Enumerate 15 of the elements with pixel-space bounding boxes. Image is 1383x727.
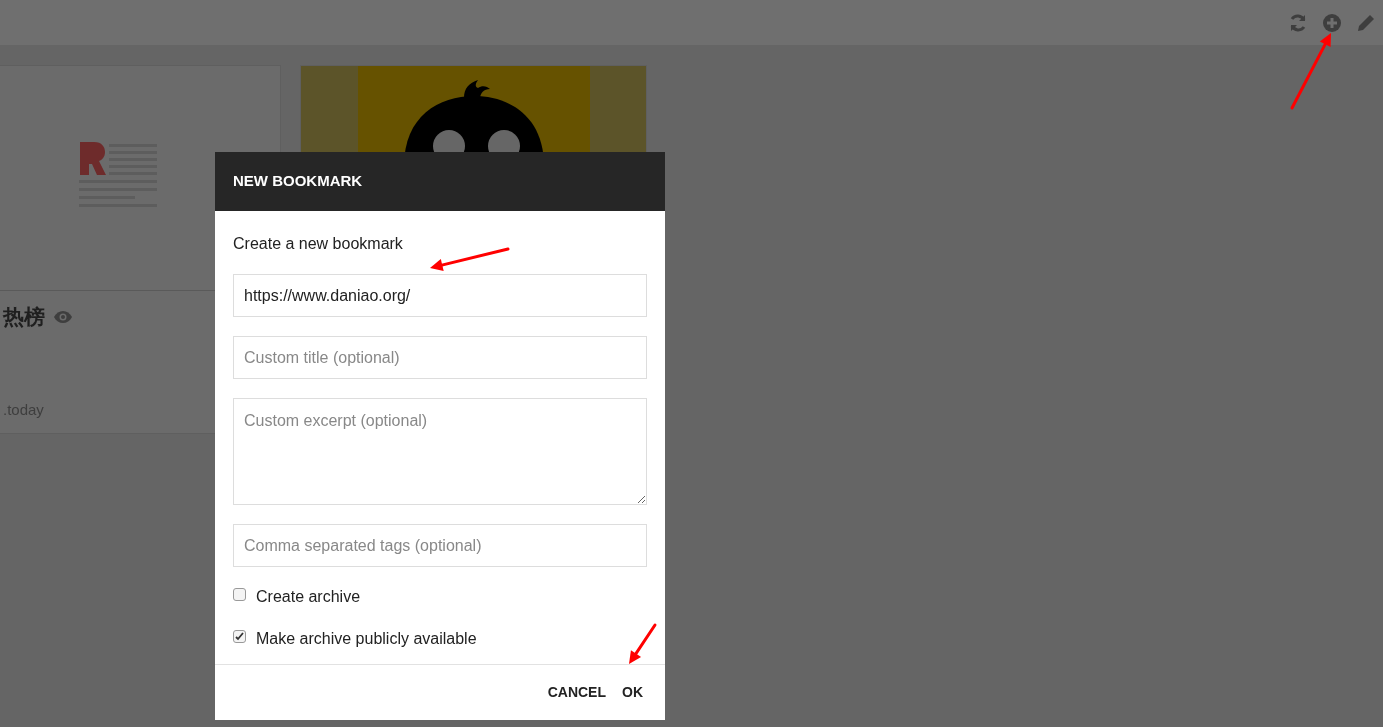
pointer-arrow [629, 623, 657, 664]
cancel-button[interactable]: CANCEL [543, 678, 610, 707]
input-field[interactable]: Comma separated tags (optional) [233, 524, 647, 567]
input-field[interactable]: https://www.daniao.org/ [233, 274, 647, 317]
ok-button[interactable]: OK [618, 678, 647, 707]
excerpt-field[interactable]: Custom excerpt (optional) [233, 398, 647, 505]
checkbox[interactable] [233, 629, 246, 643]
add-icon[interactable] [1322, 12, 1342, 33]
input-field[interactable]: Custom title (optional) [233, 336, 647, 379]
eye-icon[interactable] [53, 309, 73, 324]
pencil-icon[interactable] [1356, 12, 1376, 33]
refresh-icon[interactable] [1288, 12, 1308, 33]
checkbox-label: Create archive [256, 587, 361, 607]
checkbox-label: Make archive publicly available [256, 629, 477, 649]
checkbox[interactable] [233, 587, 246, 601]
